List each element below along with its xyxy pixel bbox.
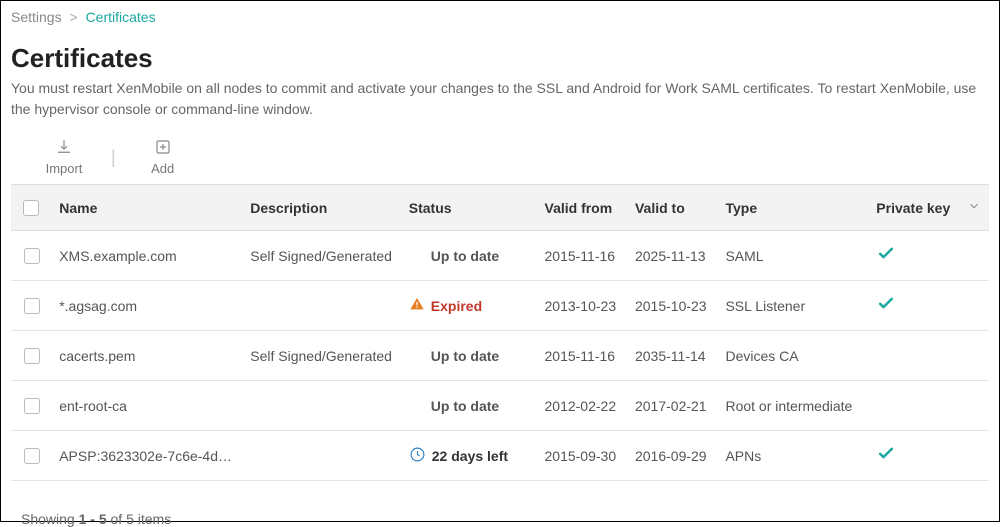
pager-range: 1 - 5 <box>79 511 107 527</box>
table-header-row: Name Description Status Valid from Valid… <box>11 185 989 231</box>
pager: Showing 1 - 5 of 5 items <box>11 511 989 527</box>
import-icon <box>55 138 73 159</box>
table-row[interactable]: *.agsag.com Expired 2013-10-232015-10-23SS… <box>11 281 989 331</box>
cell-more <box>959 381 989 431</box>
cell-name: XMS.example.com <box>51 231 242 281</box>
breadcrumb-current: Certificates <box>86 9 156 25</box>
cell-status: 22 days left <box>401 431 537 481</box>
cell-valid-from: 2013-10-23 <box>537 281 627 331</box>
status-text: Up to date <box>431 248 499 264</box>
select-all-checkbox[interactable] <box>23 200 39 216</box>
cell-name: ent-root-ca <box>51 381 242 431</box>
cell-valid-to: 2015-10-23 <box>627 281 717 331</box>
cell-description: Self Signed/Generated <box>242 331 401 381</box>
toolbar: Import | Add <box>11 138 989 176</box>
chevron-down-icon <box>967 200 981 216</box>
import-label: Import <box>46 161 83 176</box>
header-private-key[interactable]: Private key <box>868 185 958 231</box>
cell-valid-to: 2016-09-29 <box>627 431 717 481</box>
row-checkbox[interactable] <box>24 248 40 264</box>
cell-valid-to: 2025-11-13 <box>627 231 717 281</box>
header-more[interactable] <box>959 185 989 231</box>
status-text: 22 days left <box>432 448 508 464</box>
page-subtitle: You must restart XenMobile on all nodes … <box>11 78 989 120</box>
cell-valid-from: 2012-02-22 <box>537 381 627 431</box>
header-status[interactable]: Status <box>401 185 537 231</box>
cell-valid-to: 2035-11-14 <box>627 331 717 381</box>
clock-icon <box>409 446 426 466</box>
cell-more <box>959 281 989 331</box>
page-title: Certificates <box>11 43 989 74</box>
certificates-table: Name Description Status Valid from Valid… <box>11 184 989 481</box>
cell-name: APSP:3623302e-7c6e-4df8-aa96 <box>51 431 242 481</box>
checkmark-icon <box>876 247 896 267</box>
status-text: Up to date <box>431 398 499 414</box>
cell-private-key <box>868 431 958 481</box>
cell-more <box>959 231 989 281</box>
status-text: Expired <box>431 298 482 314</box>
pager-items-suffix: items <box>134 511 171 527</box>
import-button[interactable]: Import <box>39 138 89 176</box>
cell-description <box>242 281 401 331</box>
cell-status: Up to date <box>401 231 537 281</box>
header-valid-to[interactable]: Valid to <box>627 185 717 231</box>
breadcrumb: Settings > Certificates <box>11 9 989 25</box>
cell-valid-from: 2015-09-30 <box>537 431 627 481</box>
cell-type: SSL Listener <box>717 281 868 331</box>
cell-private-key <box>868 381 958 431</box>
add-button[interactable]: Add <box>138 138 188 176</box>
pager-of: of <box>107 511 126 527</box>
cell-more <box>959 331 989 381</box>
row-checkbox[interactable] <box>24 298 40 314</box>
cell-name: *.agsag.com <box>51 281 242 331</box>
cell-type: Devices CA <box>717 331 868 381</box>
cell-valid-from: 2015-11-16 <box>537 231 627 281</box>
cell-valid-to: 2017-02-21 <box>627 381 717 431</box>
row-checkbox[interactable] <box>24 448 40 464</box>
cell-status: Up to date <box>401 381 537 431</box>
cell-private-key <box>868 231 958 281</box>
add-icon <box>154 138 172 159</box>
cell-name: cacerts.pem <box>51 331 242 381</box>
row-checkbox[interactable] <box>24 348 40 364</box>
cell-more <box>959 431 989 481</box>
cell-type: Root or intermediate <box>717 381 868 431</box>
warning-icon <box>409 296 425 315</box>
table-row[interactable]: APSP:3623302e-7c6e-4df8-aa96 22 days left… <box>11 431 989 481</box>
cell-status: Expired <box>401 281 537 331</box>
breadcrumb-separator: > <box>69 9 77 25</box>
checkmark-icon <box>876 297 896 317</box>
cell-description <box>242 431 401 481</box>
cell-description <box>242 381 401 431</box>
cell-private-key <box>868 331 958 381</box>
cell-private-key <box>868 281 958 331</box>
header-description[interactable]: Description <box>242 185 401 231</box>
cell-type: APNs <box>717 431 868 481</box>
checkmark-icon <box>876 447 896 467</box>
pager-total: 5 <box>126 511 134 527</box>
table-row[interactable]: XMS.example.comSelf Signed/Generated Up t… <box>11 231 989 281</box>
pager-showing-prefix: Showing <box>21 511 79 527</box>
cell-type: SAML <box>717 231 868 281</box>
cell-valid-from: 2015-11-16 <box>537 331 627 381</box>
header-valid-from[interactable]: Valid from <box>537 185 627 231</box>
breadcrumb-parent[interactable]: Settings <box>11 9 62 25</box>
add-label: Add <box>151 161 174 176</box>
toolbar-separator: | <box>111 148 116 166</box>
cell-description: Self Signed/Generated <box>242 231 401 281</box>
row-checkbox[interactable] <box>24 398 40 414</box>
header-name[interactable]: Name <box>51 185 242 231</box>
header-type[interactable]: Type <box>717 185 868 231</box>
table-row[interactable]: cacerts.pemSelf Signed/Generated Up to da… <box>11 331 989 381</box>
status-text: Up to date <box>431 348 499 364</box>
table-row[interactable]: ent-root-ca Up to date 2012-02-222017-02-2… <box>11 381 989 431</box>
cell-status: Up to date <box>401 331 537 381</box>
